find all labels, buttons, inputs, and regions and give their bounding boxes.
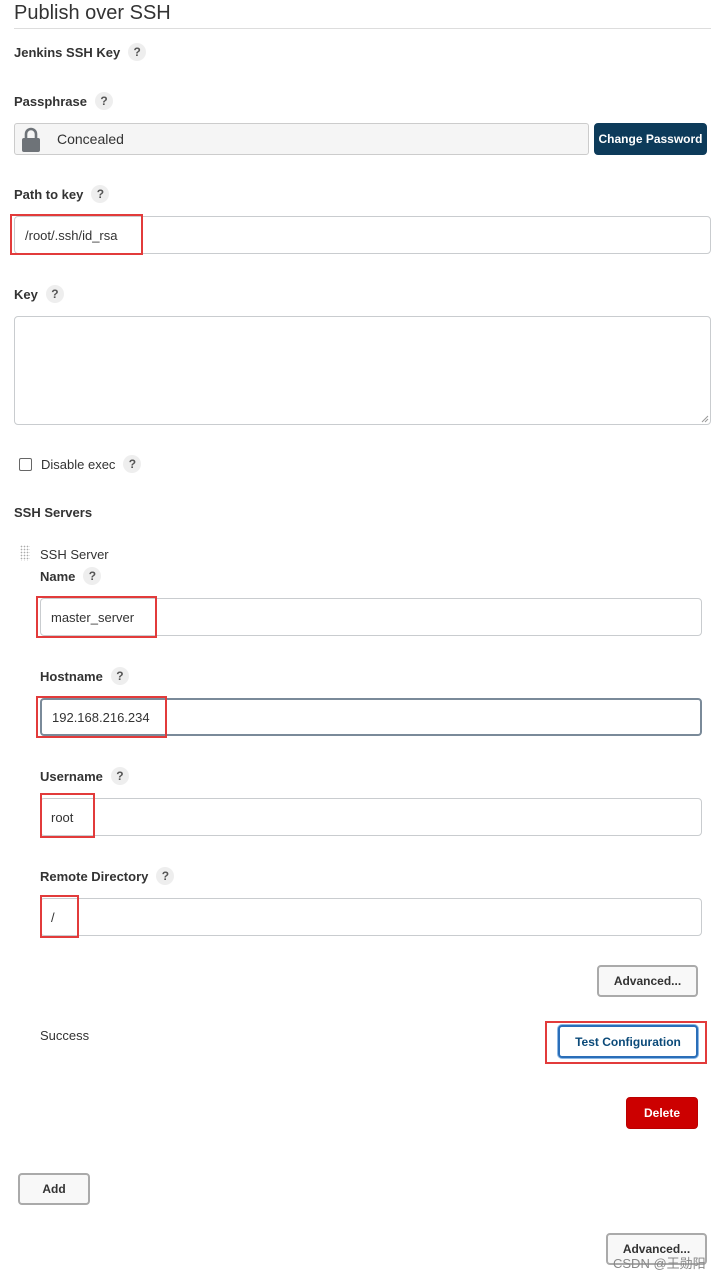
watermark-text: CSDN @王勋阳 (613, 1256, 706, 1271)
server-name-label-row: Name ? (40, 567, 102, 585)
help-icon[interactable]: ? (123, 455, 142, 473)
username-input[interactable]: root (40, 798, 702, 836)
lock-icon (22, 127, 40, 152)
server-name-label: Name (40, 568, 76, 584)
remote-directory-label: Remote Directory (40, 868, 149, 884)
hostname-label: Hostname (40, 668, 103, 684)
disable-exec-label-row: Disable exec ? (41, 455, 142, 473)
help-icon[interactable]: ? (156, 867, 175, 885)
jenkins-ssh-key-label-row: Jenkins SSH Key ? (14, 43, 147, 61)
help-icon[interactable]: ? (91, 185, 110, 203)
delete-server-button[interactable]: Delete (626, 1097, 698, 1129)
server-advanced-button[interactable]: Advanced... (597, 965, 698, 997)
help-icon[interactable]: ? (128, 43, 147, 61)
hostname-value: 192.168.216.234 (52, 709, 150, 725)
path-to-key-input[interactable]: /root/.ssh/id_rsa (14, 216, 711, 254)
test-status-text: Success (40, 1028, 90, 1043)
passphrase-label: Passphrase (14, 93, 87, 109)
hostname-label-row: Hostname ? (40, 667, 129, 685)
username-value: root (51, 809, 74, 825)
help-icon[interactable]: ? (110, 767, 129, 785)
remote-directory-input[interactable]: / (40, 898, 702, 936)
server-name-input[interactable]: master_server (40, 598, 702, 636)
username-label: Username (40, 768, 103, 784)
ssh-servers-heading: SSH Servers (14, 505, 93, 520)
key-label-row: Key ? (14, 285, 64, 303)
username-label-row: Username ? (40, 767, 129, 785)
disable-exec-label: Disable exec (41, 456, 116, 472)
path-to-key-label: Path to key (14, 186, 84, 202)
disable-exec-checkbox[interactable] (19, 458, 32, 471)
ssh-server-title: SSH Server (40, 547, 109, 562)
help-icon[interactable]: ? (45, 285, 64, 303)
remote-directory-label-row: Remote Directory ? (40, 867, 175, 885)
passphrase-concealed-field: Concealed (14, 123, 589, 155)
key-textarea[interactable] (14, 316, 711, 425)
section-divider (14, 28, 711, 29)
help-icon[interactable]: ? (110, 667, 129, 685)
path-to-key-label-row: Path to key ? (14, 185, 110, 203)
passphrase-label-row: Passphrase ? (14, 92, 113, 110)
path-to-key-value: /root/.ssh/id_rsa (25, 227, 118, 243)
help-icon[interactable]: ? (95, 92, 113, 110)
drag-handle-icon[interactable] (20, 545, 30, 561)
add-server-button[interactable]: Add (18, 1173, 90, 1205)
test-configuration-button[interactable]: Test Configuration (558, 1025, 698, 1058)
hostname-input[interactable]: 192.168.216.234 (40, 698, 702, 736)
section-title: Publish over SSH (14, 2, 171, 24)
passphrase-value: Concealed (57, 131, 124, 147)
help-icon[interactable]: ? (83, 567, 102, 585)
jenkins-ssh-key-label: Jenkins SSH Key (14, 44, 121, 60)
key-label: Key (14, 286, 38, 302)
server-name-value: master_server (51, 609, 135, 625)
resize-handle-icon[interactable] (701, 415, 709, 423)
change-password-button[interactable]: Change Password (594, 123, 707, 155)
remote-directory-value: / (51, 909, 55, 925)
